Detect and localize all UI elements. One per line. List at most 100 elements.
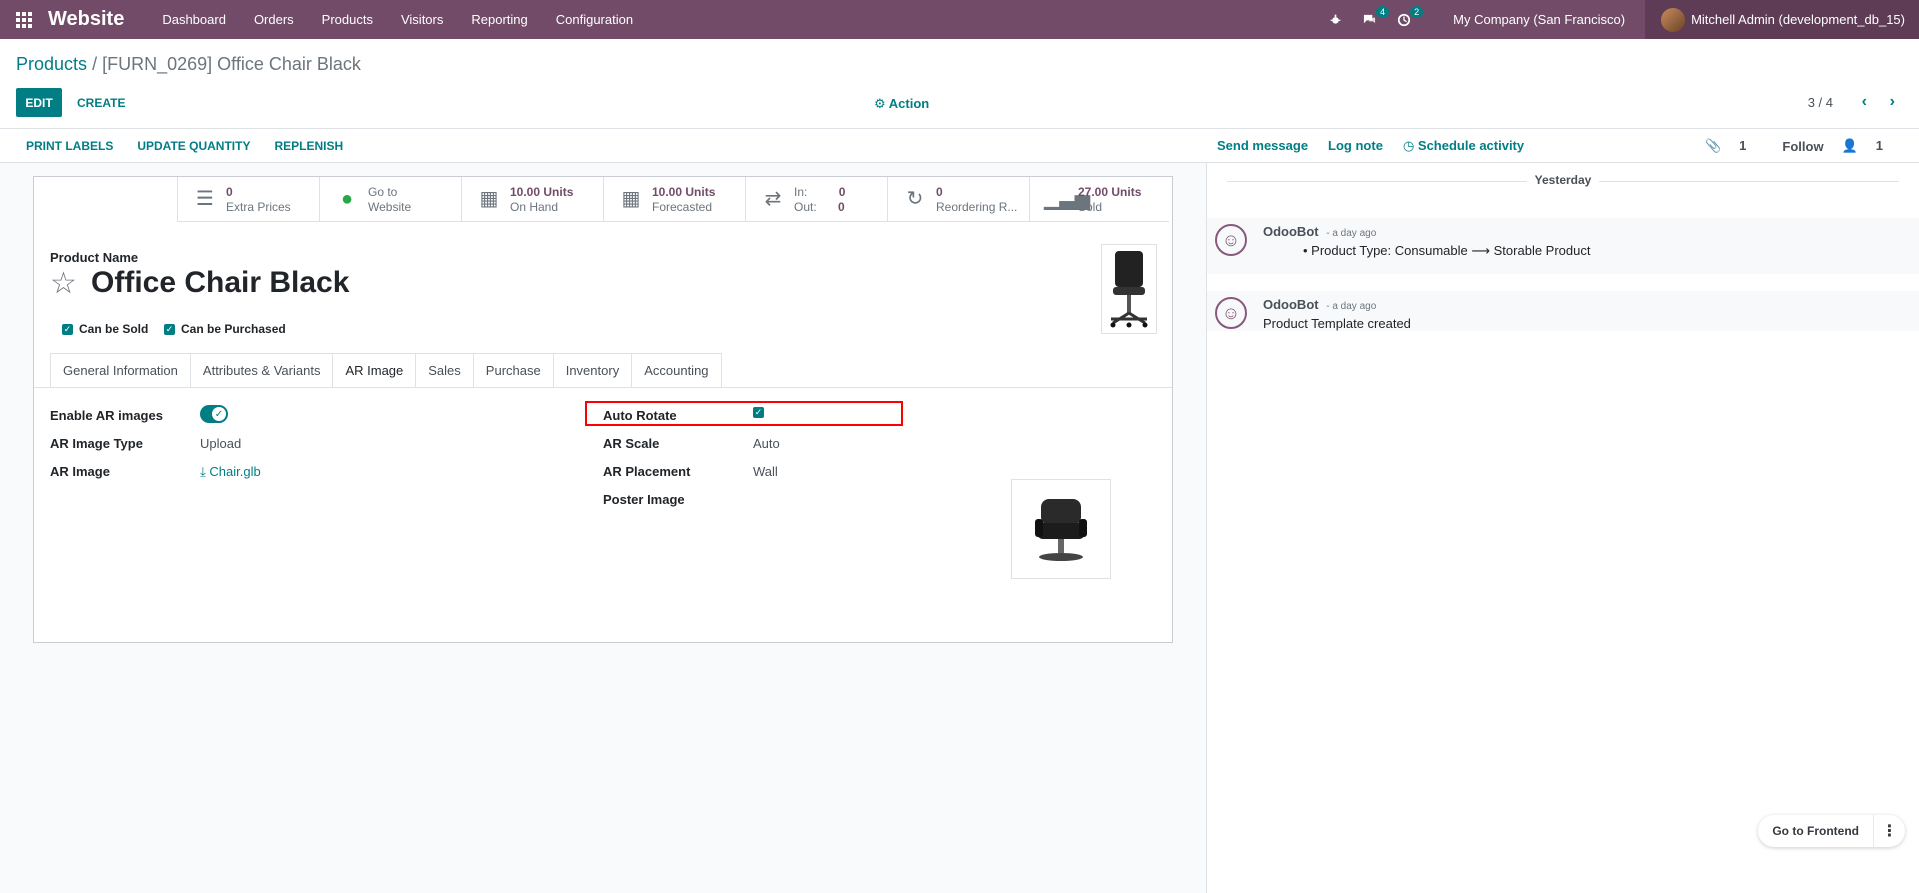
more-vertical-icon[interactable]: ⋮ bbox=[1873, 815, 1905, 847]
attachments-button[interactable]: 📎 1 bbox=[1705, 138, 1764, 154]
on-hand-button[interactable]: ▦ 10.00 Units On Hand bbox=[461, 177, 603, 222]
ar-image-download-link[interactable]: ⤓ Chair.glb bbox=[200, 464, 261, 480]
signal-icon: ▁▃▅ bbox=[1044, 188, 1091, 210]
auto-rotate-label: Auto Rotate bbox=[603, 408, 677, 423]
product-image[interactable] bbox=[1101, 244, 1157, 334]
messages-icon[interactable]: 4 bbox=[1352, 0, 1390, 39]
tab-inventory[interactable]: Inventory bbox=[552, 353, 632, 388]
tab-sales[interactable]: Sales bbox=[415, 353, 473, 388]
ar-placement-label: AR Placement bbox=[603, 464, 691, 479]
avatar bbox=[1661, 7, 1686, 32]
tab-purchase[interactable]: Purchase bbox=[472, 353, 553, 388]
exchange-icon: ⇄ bbox=[764, 188, 782, 210]
log-note-button[interactable]: Log note bbox=[1328, 138, 1403, 153]
tab-attributes-variants[interactable]: Attributes & Variants bbox=[189, 353, 333, 388]
chatter-message: ☺ OdooBot - a day ago • Product Type: Co… bbox=[1207, 218, 1919, 274]
chatter-panel: Send message Log note ◷ Schedule activit… bbox=[1207, 129, 1919, 893]
check-icon: ✓ bbox=[212, 407, 226, 421]
followers-button[interactable]: 👤 1 bbox=[1842, 138, 1901, 154]
message-body: Product Template created bbox=[1263, 316, 1411, 331]
send-message-button[interactable]: Send message bbox=[1217, 138, 1328, 153]
ar-placement-value[interactable]: Wall bbox=[753, 464, 778, 479]
poster-image[interactable] bbox=[1011, 479, 1111, 579]
activities-clock-icon[interactable]: 2 bbox=[1387, 0, 1424, 39]
pager-value[interactable]: 3 / 4 bbox=[1808, 95, 1833, 110]
menu-configuration[interactable]: Configuration bbox=[542, 0, 647, 39]
menu-reporting[interactable]: Reporting bbox=[457, 0, 541, 39]
message-author[interactable]: OdooBot bbox=[1263, 297, 1319, 312]
lounge-chair-image bbox=[1035, 499, 1087, 561]
message-author-line: OdooBot - a day ago bbox=[1263, 297, 1376, 312]
menu-visitors[interactable]: Visitors bbox=[387, 0, 457, 39]
menu-dashboard[interactable]: Dashboard bbox=[148, 0, 240, 39]
in-label: In: bbox=[794, 184, 808, 199]
message-author[interactable]: OdooBot bbox=[1263, 224, 1319, 239]
website-label: Website bbox=[368, 199, 412, 214]
odoobot-avatar-icon[interactable]: ☺ bbox=[1215, 297, 1247, 329]
message-tracking-value: • Product Type: Consumable ⟶ Storable Pr… bbox=[1303, 243, 1590, 259]
attachments-count: 1 bbox=[1739, 138, 1747, 153]
tab-ar-image[interactable]: AR Image bbox=[332, 353, 416, 388]
sold-button[interactable]: ▁▃▅ 27.00 Units Sold bbox=[1029, 177, 1169, 222]
checkbox-checked-icon: ✓ bbox=[164, 323, 175, 335]
update-quantity-button[interactable]: UPDATE QUANTITY bbox=[121, 139, 258, 153]
menu-products[interactable]: Products bbox=[308, 0, 387, 39]
breadcrumb-products-link[interactable]: Products bbox=[16, 54, 87, 74]
follow-button[interactable]: Follow bbox=[1782, 139, 1823, 154]
print-labels-button[interactable]: PRINT LABELS bbox=[10, 139, 121, 153]
checkbox-checked-icon: ✓ bbox=[62, 323, 73, 335]
app-brand[interactable]: Website bbox=[48, 8, 124, 31]
action-menu[interactable]: ⚙ Action bbox=[874, 96, 929, 112]
go-to-label: Go to bbox=[368, 184, 398, 199]
ar-scale-label: AR Scale bbox=[603, 436, 660, 451]
control-panel: Products / [FURN_0269] Office Chair Blac… bbox=[0, 39, 1919, 129]
product-name: Office Chair Black bbox=[91, 266, 350, 299]
can-be-sold-checkbox[interactable]: ✓ Can be Sold bbox=[62, 322, 148, 336]
apps-menu-icon[interactable] bbox=[0, 0, 48, 39]
debug-bug-icon[interactable] bbox=[1319, 0, 1352, 39]
enable-ar-label: Enable AR images bbox=[50, 408, 163, 423]
odoobot-avatar-icon[interactable]: ☺ bbox=[1215, 224, 1247, 256]
menu-orders[interactable]: Orders bbox=[240, 0, 308, 39]
extra-prices-value: 0 bbox=[226, 184, 233, 199]
top-navbar: Website Dashboard Orders Products Visito… bbox=[0, 0, 1919, 39]
forecasted-label: Forecasted bbox=[652, 199, 713, 214]
can-be-purchased-checkbox[interactable]: ✓ Can be Purchased bbox=[164, 322, 286, 336]
go-to-frontend-button[interactable]: Go to Frontend bbox=[1758, 815, 1873, 847]
paperclip-icon: 📎 bbox=[1704, 138, 1722, 153]
form-sheet: ☰ 0 Extra Prices ● Go to Website ▦ 10.00 U… bbox=[33, 176, 1173, 643]
create-button[interactable]: CREATE bbox=[77, 88, 125, 117]
poster-image-label: Poster Image bbox=[603, 492, 685, 507]
edit-button[interactable]: EDIT bbox=[16, 88, 62, 117]
ar-scale-value[interactable]: Auto bbox=[753, 436, 780, 451]
enable-ar-toggle[interactable]: ✓ bbox=[200, 405, 228, 423]
out-value: 0 bbox=[838, 199, 845, 214]
in-value: 0 bbox=[838, 184, 846, 199]
form-view: PRINT LABELS UPDATE QUANTITY REPLENISH ☰… bbox=[0, 129, 1207, 893]
schedule-activity-button[interactable]: ◷ Schedule activity bbox=[1403, 138, 1544, 154]
pager-next-icon[interactable]: › bbox=[1890, 93, 1895, 111]
reordering-rules-button[interactable]: ↻ 0 Reordering R... bbox=[887, 177, 1029, 222]
form-statusbar: PRINT LABELS UPDATE QUANTITY REPLENISH bbox=[0, 129, 1207, 163]
pager-previous-icon[interactable]: ‹ bbox=[1862, 93, 1867, 111]
favorite-star-icon[interactable]: ☆ bbox=[50, 266, 77, 301]
extra-prices-button[interactable]: ☰ 0 Extra Prices bbox=[177, 177, 319, 222]
user-icon: 👤 bbox=[1841, 138, 1858, 153]
product-name-label: Product Name bbox=[50, 250, 139, 265]
checkbox-checked-icon: ✓ bbox=[753, 407, 764, 418]
forecasted-button[interactable]: ▦ 10.00 Units Forecasted bbox=[603, 177, 745, 222]
user-menu[interactable]: Mitchell Admin (development_db_15) bbox=[1645, 0, 1919, 39]
auto-rotate-checkbox[interactable]: ✓ bbox=[753, 407, 770, 418]
tab-general-information[interactable]: General Information bbox=[50, 353, 190, 388]
in-out-button[interactable]: ⇄ In: 0 Out: 0 bbox=[745, 177, 887, 222]
refresh-icon: ↻ bbox=[906, 188, 924, 210]
ar-image-type-value[interactable]: Upload bbox=[200, 436, 241, 451]
ar-image-filename: Chair.glb bbox=[209, 464, 261, 479]
breadcrumb: Products / [FURN_0269] Office Chair Blac… bbox=[16, 54, 361, 75]
schedule-activity-label: Schedule activity bbox=[1417, 137, 1525, 153]
company-switcher[interactable]: My Company (San Francisco) bbox=[1421, 12, 1645, 27]
on-hand-value: 10.00 Units bbox=[510, 184, 574, 199]
replenish-button[interactable]: REPLENISH bbox=[258, 139, 351, 153]
go-to-website-button[interactable]: ● Go to Website bbox=[319, 177, 461, 222]
tab-accounting[interactable]: Accounting bbox=[631, 353, 722, 388]
